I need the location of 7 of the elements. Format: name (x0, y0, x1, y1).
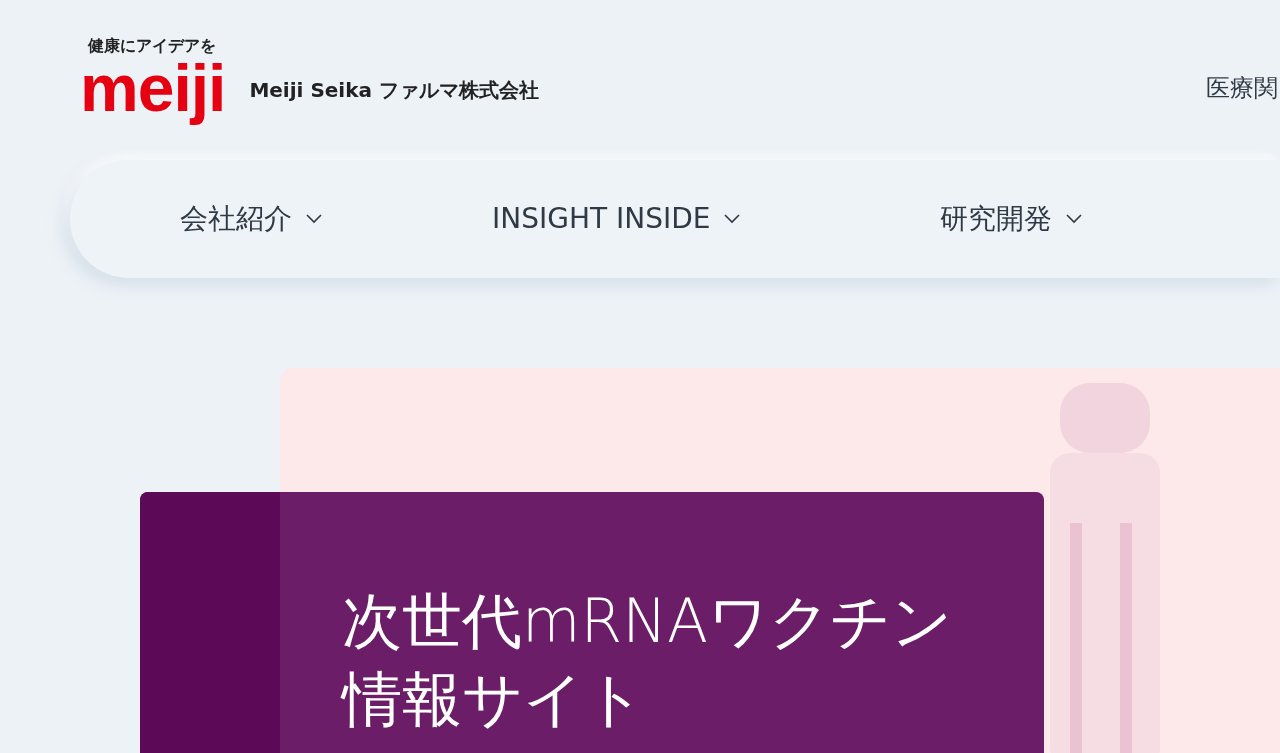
logo-tagline: 健康にアイデアを (88, 36, 217, 56)
nav-menu-item[interactable]: 研究開発 (940, 198, 1083, 240)
hero-title: 次世代mRNAワクチン情報サイト (342, 585, 954, 736)
nav-menu-item[interactable]: 会社紹介 (180, 198, 322, 240)
nav-menu-item[interactable]: INSIGHT INSIDE (492, 198, 741, 240)
nav-link[interactable]: 医療関 (1206, 70, 1278, 106)
company-name: Meiji Seika ファルマ株式会社 (249, 77, 539, 105)
